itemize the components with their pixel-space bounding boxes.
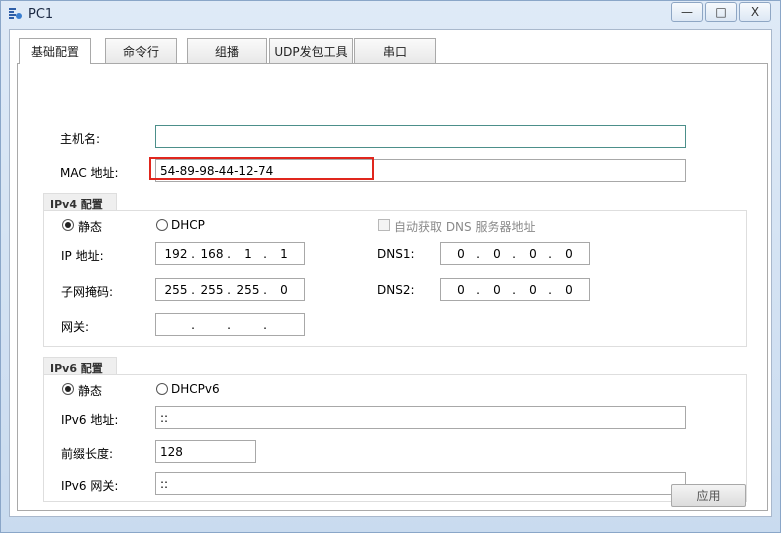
maximize-button[interactable]: □ <box>705 2 737 22</box>
ipv6-static-label: 静态 <box>78 384 103 398</box>
mac-highlight-box <box>149 157 374 180</box>
ipv6-gateway-input[interactable]: :: <box>155 472 686 495</box>
gateway-label: 网关: <box>61 320 90 334</box>
auto-dns-label: 自动获取 DNS 服务器地址 <box>394 220 536 234</box>
content-area: 基础配置 命令行 组播 UDP发包工具 串口 主机名: MAC 地址: 54-8… <box>9 29 772 517</box>
mask-octet-4: 0 <box>280 283 288 297</box>
ipv6-gateway-label: IPv6 网关: <box>61 479 119 493</box>
ipv4-group-label: IPv4 配置 <box>43 193 117 211</box>
ipv6-address-input[interactable]: :: <box>155 406 686 429</box>
hostname-input[interactable] <box>155 125 686 148</box>
ipv4-group: 静态 DHCP 自动获取 DNS 服务器地址 IP 地址: 192 . 168 … <box>43 210 747 347</box>
ipv6-static-radio[interactable] <box>62 383 74 395</box>
app-icon <box>9 8 22 19</box>
mask-octet-2: 255 <box>200 283 224 297</box>
dns2-label: DNS2: <box>377 283 415 297</box>
prefix-length-label: 前缀长度: <box>61 447 114 461</box>
tab-serial[interactable]: 串口 <box>354 38 436 63</box>
subnet-mask-input[interactable]: 255 . 255 . 255 . 0 <box>155 278 305 301</box>
ip-octet-1: 192 <box>164 247 188 261</box>
apply-button[interactable]: 应用 <box>671 484 746 507</box>
title-bar[interactable]: PC1 — □ X <box>1 1 780 27</box>
ipv6-group: 静态 DHCPv6 IPv6 地址: :: 前缀长度: 128 IPv6 网关:… <box>43 374 747 502</box>
tab-command-line[interactable]: 命令行 <box>105 38 177 63</box>
basic-config-panel: 主机名: MAC 地址: 54-89-98-44-12-74 IPv4 配置 静… <box>17 63 768 511</box>
ipv6-group-label: IPv6 配置 <box>43 357 117 375</box>
dns2-octet-4: 0 <box>565 283 573 297</box>
close-button[interactable]: X <box>739 2 771 22</box>
minimize-icon: — <box>681 5 693 19</box>
tab-basic-config[interactable]: 基础配置 <box>19 38 91 64</box>
ipv4-static-radio[interactable] <box>62 219 74 231</box>
maximize-icon: □ <box>715 5 727 19</box>
dns1-octet-4: 0 <box>565 247 573 261</box>
dns2-octet-2: 0 <box>493 283 501 297</box>
dns2-octet-3: 0 <box>529 283 537 297</box>
tab-multicast[interactable]: 组播 <box>187 38 267 63</box>
hostname-label: 主机名: <box>60 132 101 146</box>
tab-udp-tool[interactable]: UDP发包工具 <box>269 38 353 63</box>
dns1-octet-1: 0 <box>457 247 465 261</box>
dns2-input[interactable]: 0 . 0 . 0 . 0 <box>440 278 590 301</box>
dns1-label: DNS1: <box>377 247 415 261</box>
ip-octet-2: 168 <box>200 247 224 261</box>
prefix-length-input[interactable]: 128 <box>155 440 256 463</box>
ipv4-static-label: 静态 <box>78 220 103 234</box>
ipv6-dhcp-radio[interactable] <box>156 383 168 395</box>
dns1-octet-2: 0 <box>493 247 501 261</box>
close-icon: X <box>750 5 760 19</box>
ipv4-dhcp-radio[interactable] <box>156 219 168 231</box>
mask-octet-3: 255 <box>236 283 260 297</box>
minimize-button[interactable]: — <box>671 2 703 22</box>
window-title: PC1 <box>28 7 54 22</box>
ipv6-dhcp-label: DHCPv6 <box>171 382 220 396</box>
ip-address-label: IP 地址: <box>61 249 104 263</box>
auto-dns-checkbox[interactable] <box>378 219 390 231</box>
mask-octet-1: 255 <box>164 283 188 297</box>
pc-config-window: PC1 — □ X 基础配置 命令行 组播 UDP发包工具 串口 主机名: MA… <box>0 0 781 533</box>
subnet-mask-label: 子网掩码: <box>61 285 114 299</box>
ipv6-address-label: IPv6 地址: <box>61 413 119 427</box>
dns1-input[interactable]: 0 . 0 . 0 . 0 <box>440 242 590 265</box>
gateway-input[interactable]: . . . <box>155 313 305 336</box>
ip-octet-4: 1 <box>280 247 288 261</box>
dns2-octet-1: 0 <box>457 283 465 297</box>
ipv4-dhcp-label: DHCP <box>171 218 205 232</box>
ip-address-input[interactable]: 192 . 168 . 1 . 1 <box>155 242 305 265</box>
dns1-octet-3: 0 <box>529 247 537 261</box>
mac-label: MAC 地址: <box>60 166 119 180</box>
ip-octet-3: 1 <box>244 247 252 261</box>
